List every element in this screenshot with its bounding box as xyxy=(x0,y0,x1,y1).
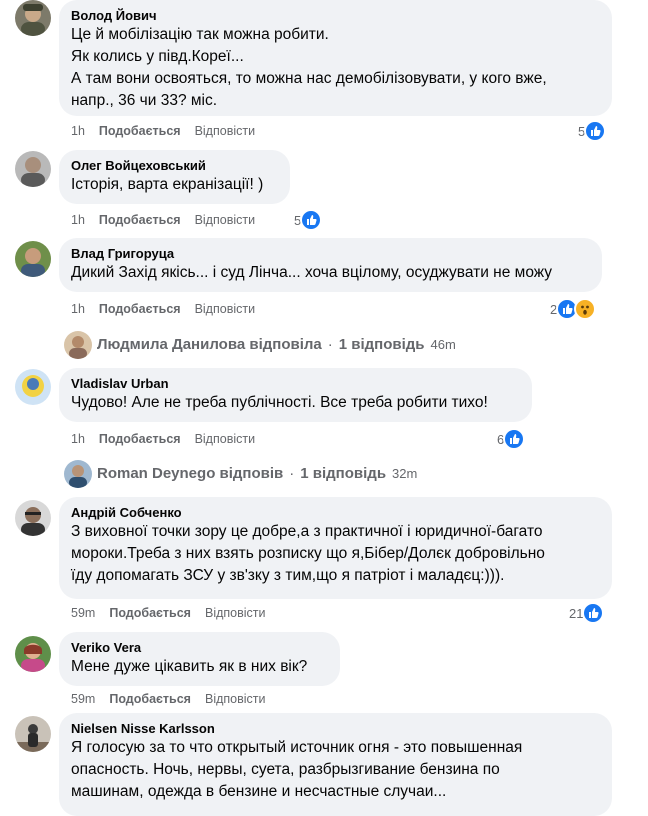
wow-reaction-icon xyxy=(574,298,597,320)
comment-text: Я голосую за то что открытый источник ог… xyxy=(71,739,523,800)
like-button[interactable]: Подобається xyxy=(99,301,181,317)
thread-reply-count: 1 відповідь xyxy=(300,465,387,482)
avatar[interactable] xyxy=(64,331,92,359)
reaction-count: 21 xyxy=(569,605,584,621)
comment-author[interactable]: Влад Григоруца xyxy=(71,245,590,262)
like-reaction-icon xyxy=(584,120,607,142)
comment-author[interactable]: Vladislav Urban xyxy=(71,375,520,392)
thread-reply-count: 1 відповідь xyxy=(338,336,425,353)
comment-text: Дикий Захід якісь... і суд Лінча... хоча… xyxy=(71,264,553,281)
reaction-summary[interactable]: 2 xyxy=(550,298,597,320)
comment-bubble: Veriko Vera Мене дуже цікавить як в них … xyxy=(59,632,340,686)
comment-actions: 1h Подобається Відповісти xyxy=(71,123,269,139)
like-button[interactable]: Подобається xyxy=(99,431,181,447)
comment-text: Історія, варта екранізації! ) xyxy=(71,176,264,193)
comment-text: Мене дуже цікавить як в них вік? xyxy=(71,658,308,675)
like-reaction-icon xyxy=(300,209,323,231)
thread-separator: · xyxy=(327,336,333,353)
comment-time[interactable]: 1h xyxy=(71,212,85,228)
thread-time: 32m xyxy=(392,466,418,481)
comment-actions: 1h Подобається Відповісти xyxy=(71,431,269,447)
avatar[interactable] xyxy=(64,460,92,488)
avatar[interactable] xyxy=(15,636,51,672)
thread-replier: Roman Deynego відповів xyxy=(97,465,284,482)
comment-bubble: Олег Войцеховський Історія, варта екрані… xyxy=(59,150,290,204)
avatar[interactable] xyxy=(15,716,51,752)
comment-author[interactable]: Nielsen Nisse Karlsson xyxy=(71,720,600,737)
avatar[interactable] xyxy=(15,369,51,405)
like-button[interactable]: Подобається xyxy=(109,605,191,621)
reply-button[interactable]: Відповісти xyxy=(195,301,256,317)
reply-button[interactable]: Відповісти xyxy=(195,212,256,228)
view-replies-link[interactable]: Roman Deynego відповів · 1 відповідь 32m xyxy=(97,465,417,482)
avatar[interactable] xyxy=(15,0,51,36)
thread-separator: · xyxy=(289,465,295,482)
avatar[interactable] xyxy=(15,241,51,277)
comment-bubble: Nielsen Nisse Karlsson Я голосую за то ч… xyxy=(59,713,612,816)
comment-actions: 59m Подобається Відповісти xyxy=(71,605,280,621)
reply-button[interactable]: Відповісти xyxy=(205,605,266,621)
comment-bubble: Vladislav Urban Чудово! Але не треба пуб… xyxy=(59,368,532,422)
comment-actions: 1h Подобається Відповісти xyxy=(71,301,269,317)
reply-button[interactable]: Відповісти xyxy=(195,123,256,139)
reaction-summary[interactable]: 5 xyxy=(294,209,323,231)
comment-text: Чудово! Але не треба публічності. Все тр… xyxy=(71,394,488,411)
comment-actions: 1h Подобається Відповісти xyxy=(71,212,269,228)
comment-time[interactable]: 1h xyxy=(71,123,85,139)
view-replies-link[interactable]: Людмила Данилова відповіла · 1 відповідь… xyxy=(97,336,456,353)
comment-author[interactable]: Veriko Vera xyxy=(71,639,328,656)
thread-time: 46m xyxy=(430,337,456,352)
comment-bubble: Волод Йович Це й мобілізацію так можна р… xyxy=(59,0,612,116)
comment-bubble: Влад Григоруца Дикий Захід якісь... і су… xyxy=(59,238,602,292)
avatar[interactable] xyxy=(15,500,51,536)
like-button[interactable]: Подобається xyxy=(99,212,181,228)
comment-text: З виховної точки зору це добре,а з практ… xyxy=(71,523,545,584)
thread-replier: Людмила Данилова відповіла xyxy=(97,336,322,353)
comment-bubble: Андрій Собченко З виховної точки зору це… xyxy=(59,497,612,599)
like-button[interactable]: Подобається xyxy=(99,123,181,139)
comment-time[interactable]: 1h xyxy=(71,301,85,317)
reaction-summary[interactable]: 5 xyxy=(578,120,607,142)
comment-actions: 59m Подобається Відповісти xyxy=(71,691,280,707)
comment-author[interactable]: Волод Йович xyxy=(71,7,600,24)
comment-time[interactable]: 1h xyxy=(71,431,85,447)
comment-time[interactable]: 59m xyxy=(71,605,95,621)
like-button[interactable]: Подобається xyxy=(109,691,191,707)
reaction-summary[interactable]: 6 xyxy=(497,428,526,450)
avatar[interactable] xyxy=(15,151,51,187)
comment-author[interactable]: Андрій Собченко xyxy=(71,504,600,521)
like-reaction-icon xyxy=(582,602,605,624)
comment-time[interactable]: 59m xyxy=(71,691,95,707)
comment-text: Це й мобілізацію так можна робити. Як ко… xyxy=(71,26,547,109)
reaction-summary[interactable]: 21 xyxy=(569,602,605,624)
reply-button[interactable]: Відповісти xyxy=(195,431,256,447)
comment-author[interactable]: Олег Войцеховський xyxy=(71,157,278,174)
like-reaction-icon xyxy=(503,428,526,450)
reply-button[interactable]: Відповісти xyxy=(205,691,266,707)
